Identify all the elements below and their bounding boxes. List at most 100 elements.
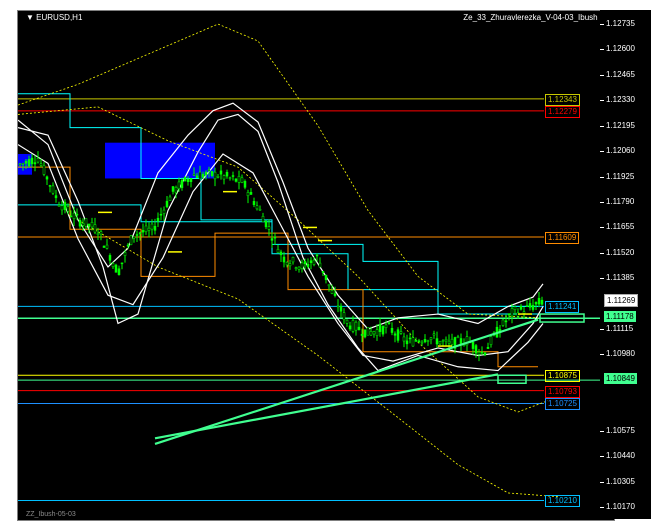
price-axis-tag: 1.10849: [604, 373, 637, 385]
candle-body: [402, 336, 406, 342]
axis-tick: [600, 176, 604, 178]
candle-body: [441, 340, 445, 342]
candle-body: [396, 329, 400, 341]
channel-upper-line: [18, 93, 538, 307]
candle-body: [138, 232, 142, 235]
candle-body: [411, 337, 415, 347]
candle-body: [255, 205, 259, 210]
candle-body: [261, 216, 265, 223]
candle-body: [192, 173, 196, 176]
price-axis-label: 1.12465: [606, 69, 635, 79]
candle-body: [84, 218, 88, 227]
candle-body: [180, 180, 184, 188]
candle-body: [429, 337, 433, 340]
candle-body: [336, 305, 340, 308]
price-axis-tag: 1.11178: [604, 311, 636, 323]
price-axis-label: 1.12195: [606, 120, 635, 130]
candle-body: [279, 251, 283, 256]
candle-body: [357, 326, 361, 331]
chart-window[interactable]: ▼ EURUSD,H1 Ze_33_Zhuravlerezka_V-04-03_…: [17, 10, 615, 521]
candle-body: [534, 301, 538, 305]
price-axis-label: 1.11520: [606, 247, 635, 257]
candle-body: [153, 225, 157, 231]
candle-body: [480, 351, 484, 354]
candle-body: [321, 271, 325, 273]
candle-body: [204, 171, 208, 176]
axis-tick: [600, 354, 604, 356]
candle-body: [69, 215, 73, 218]
axis-tick: [600, 456, 604, 458]
candle-body: [156, 217, 160, 222]
level-price-tag: 1.11241: [545, 301, 580, 314]
candle-body: [405, 340, 409, 345]
level-price-tag: 1.12279: [545, 105, 580, 118]
candle-body: [450, 338, 454, 345]
candle-body: [189, 178, 193, 182]
price-axis-label: 1.11790: [606, 196, 635, 206]
axis-tick: [600, 227, 604, 229]
price-axis-label: 1.10170: [606, 502, 635, 511]
candle-body: [444, 338, 448, 342]
price-axis-tag: 1.11269: [604, 294, 639, 308]
candle-body: [384, 324, 388, 328]
chart-canvas[interactable]: [18, 11, 614, 520]
candle-body: [312, 259, 316, 265]
candle-body: [483, 352, 487, 356]
axis-tick: [600, 252, 604, 254]
price-axis-label: 1.12330: [606, 95, 635, 105]
candle-body: [240, 177, 244, 183]
candle-body: [297, 266, 301, 270]
axis-tick: [600, 125, 604, 127]
candle-body: [315, 254, 319, 257]
candle-body: [222, 175, 226, 180]
candle-body: [117, 268, 121, 276]
candle-body: [393, 333, 397, 336]
candle-body: [201, 174, 205, 178]
candle-body: [186, 178, 190, 183]
price-axis-label: 1.10305: [606, 476, 635, 486]
candle-body: [381, 326, 385, 335]
level-marker-box: [497, 374, 527, 384]
candle-body: [372, 331, 376, 335]
candle-body: [27, 159, 31, 167]
candle-body: [18, 163, 22, 166]
price-axis[interactable]: 1.12735 1.12600 1.12465 1.12330 1.12195 1.120…: [600, 10, 651, 519]
candle-body: [108, 255, 112, 261]
candle-body: [147, 227, 151, 231]
candle-body: [216, 176, 220, 178]
level-price-tag: 1.10875: [545, 370, 580, 383]
price-axis-label: 1.10980: [606, 349, 635, 359]
candle-body: [105, 244, 109, 249]
candle-body: [408, 337, 412, 340]
candle-body: [96, 232, 100, 235]
candle-body: [207, 169, 211, 171]
candle-body: [333, 293, 337, 296]
indicator-title: Ze_33_Zhuravlerezka_V-04-03_Ibush ☺: [463, 13, 608, 22]
candle-body: [351, 320, 355, 332]
candle-body: [423, 339, 427, 343]
candle-body: [456, 336, 460, 339]
candle-body: [300, 262, 304, 269]
dropdown-arrow-icon[interactable]: ▼: [26, 13, 34, 22]
candle-body: [432, 333, 436, 336]
candle-body: [141, 230, 145, 233]
trend-arrow-line: [154, 318, 539, 446]
candle-body: [30, 157, 34, 165]
candle-body: [54, 195, 58, 199]
level-price-tag: 1.11609: [545, 232, 580, 245]
candle-body: [270, 238, 274, 241]
candle-body: [162, 209, 166, 214]
candle-body: [99, 231, 103, 235]
candle-body: [48, 185, 52, 187]
candle-body: [486, 346, 490, 349]
candle-body: [285, 262, 289, 266]
axis-tick: [600, 278, 604, 280]
candle-body: [87, 223, 91, 226]
level-price-tag: 1.10210: [545, 495, 580, 508]
axis-tick: [600, 24, 604, 25]
candle-body: [318, 262, 322, 268]
candle-body: [246, 192, 250, 197]
candle-body: [288, 263, 292, 267]
price-axis-label: 1.10440: [606, 451, 635, 461]
candle-body: [102, 245, 106, 248]
